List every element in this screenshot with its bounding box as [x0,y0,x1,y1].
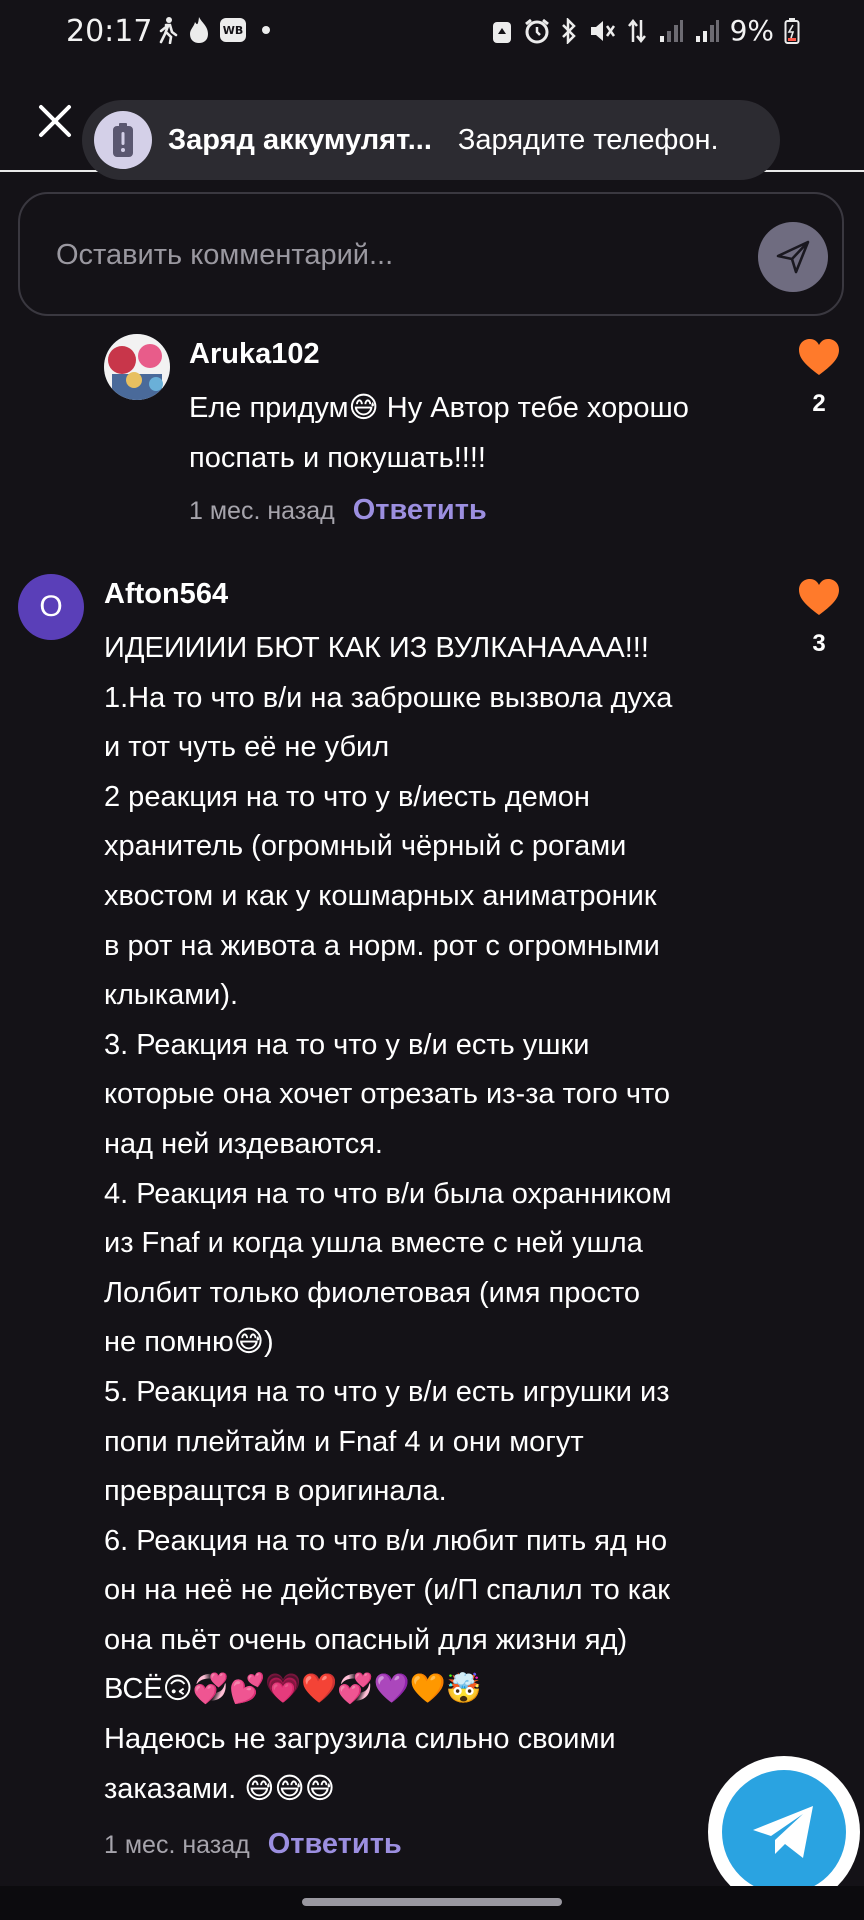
status-time: 20:17 [66,14,153,49]
comment-text: ИДЕИИИИ БЮТ КАК ИЗ ВУЛКАНАААА!!! 1.На то… [104,632,673,1805]
like-count: 2 [812,390,826,417]
battery-percent: 9% [729,14,774,47]
comment-input[interactable] [54,230,698,280]
recycle-icon [492,21,511,43]
comment-text: Еле придум😅 Ну Автор тебе хорошо поспать… [189,392,689,474]
reply-button[interactable]: Ответить [268,1828,402,1861]
send-button[interactable] [758,222,828,292]
like-button[interactable]: 3 [789,578,849,658]
battery-warning-icon [94,111,152,169]
telegram-icon [753,1806,813,1858]
send-icon [776,240,810,274]
wb-app-icon: WB [220,18,246,42]
avatar[interactable] [104,334,170,400]
mute-icon [590,20,615,41]
signal-icon-2 [695,19,719,42]
alarm-icon [524,18,549,43]
data-arrows-icon [627,18,646,43]
heart-icon [799,579,839,615]
status-bar: 20:17 WB 9% [0,0,864,64]
like-count: 3 [812,630,826,657]
comment-input-box [18,192,844,316]
notification-dot [262,26,270,34]
comment-username[interactable]: Aruka102 [189,338,320,371]
toast-text: Зарядите телефон. [457,123,719,156]
bluetooth-icon [561,17,576,44]
like-button[interactable]: 2 [789,338,849,418]
close-button[interactable] [30,96,80,146]
toast-title: Заряд аккумулят... [168,123,432,156]
signal-icon [659,19,683,42]
fire-icon [190,17,208,43]
battery-toast[interactable]: Заряд аккумулят... Зарядите телефон. [82,100,780,180]
comment-time: 1 мес. назад [189,497,335,525]
reply-button[interactable]: Ответить [353,494,487,527]
avatar[interactable]: O [18,574,84,640]
battery-icon [784,17,800,44]
close-icon [39,105,71,137]
home-indicator[interactable] [302,1898,562,1906]
heart-icon [799,339,839,375]
comment-time: 1 мес. назад [104,1831,250,1859]
walking-icon [159,17,178,44]
comment-username[interactable]: Afton564 [104,578,228,611]
